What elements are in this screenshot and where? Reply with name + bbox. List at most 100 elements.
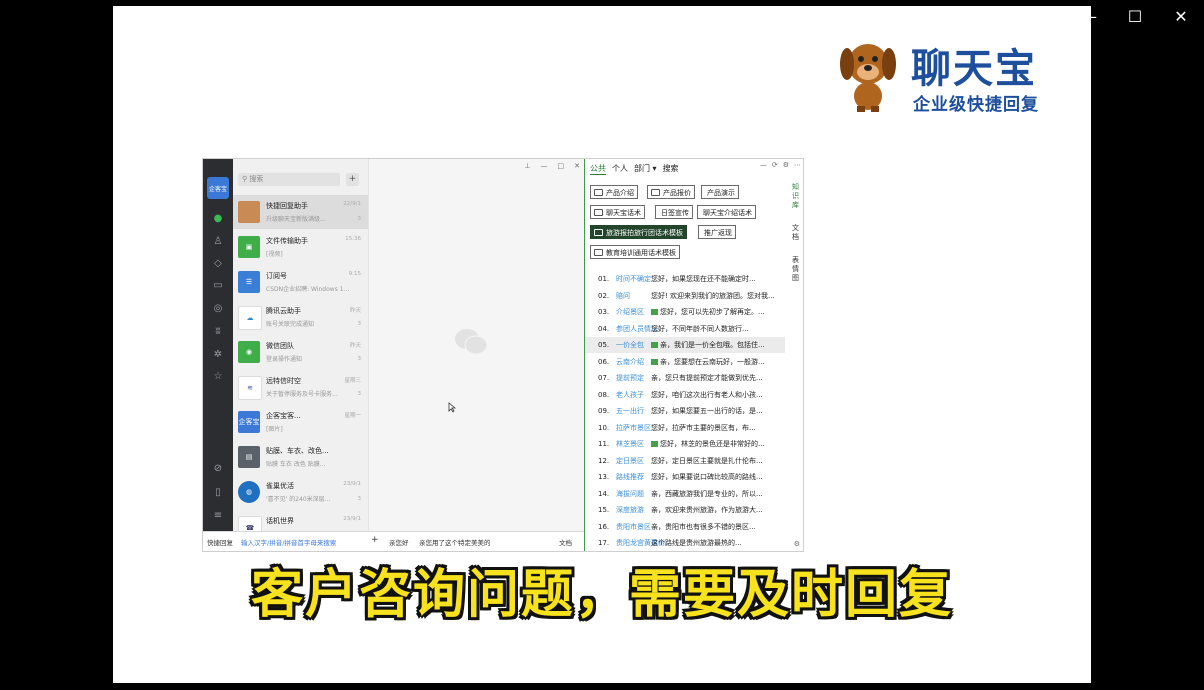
chat-time: 23/9/1 bbox=[343, 481, 361, 487]
reply-text-content: 您好，您可以先初步了解再定。... bbox=[660, 308, 765, 316]
moments-icon[interactable]: ◎ bbox=[212, 302, 224, 314]
quick-reply-search[interactable]: 输入汉字/拼音/拼音首字母来搜索 bbox=[241, 537, 336, 547]
minimize-icon[interactable]: — bbox=[760, 161, 767, 169]
reply-number: 12. bbox=[598, 456, 610, 465]
reply-item[interactable]: 06. 云南介绍 亲，您要想在云南玩好，一般游... bbox=[585, 354, 785, 370]
maximize-icon[interactable]: □ bbox=[558, 162, 565, 170]
reply-text: 亲，贵阳市也有很多不错的景区... bbox=[651, 519, 779, 535]
menu-icon[interactable]: ≡ bbox=[212, 509, 224, 521]
reply-item[interactable]: 13. 路线推荐 您好，如果要说口碑比较高的路线... bbox=[585, 469, 785, 485]
tab-search[interactable]: 搜索 bbox=[663, 163, 679, 175]
chat-time: 星期三 bbox=[344, 378, 361, 384]
reply-text: 您好! 欢迎来到我们的旅游团。您对我... bbox=[651, 288, 779, 304]
reply-item[interactable]: 15. 深度旅游 亲，欢迎来贵州旅游，作为旅游大... bbox=[585, 502, 785, 518]
category-button[interactable]: 聊天宝话术 bbox=[590, 205, 645, 219]
reply-text: 您好，如果要说口碑比较高的路线... bbox=[651, 469, 779, 485]
close-icon[interactable]: ✕ bbox=[574, 162, 580, 170]
folder-icon[interactable]: ▭ bbox=[212, 279, 224, 291]
minimize-icon[interactable]: — bbox=[541, 162, 548, 170]
reply-item[interactable]: 14. 海拔问题 亲，西藏旅游我们是专业的，所以... bbox=[585, 486, 785, 502]
cube-icon[interactable]: ◇ bbox=[212, 257, 224, 269]
reply-text: 您好，定日景区主要就是扎什伦布... bbox=[651, 453, 779, 469]
chat-item[interactable]: ◍ 雀巢优活 '喜不见' 的240米深层... 23/9/1 3 bbox=[233, 475, 368, 509]
tab-department[interactable]: 部门 ▾ bbox=[634, 163, 657, 175]
chat-item[interactable]: ◉ 微信团队 登录操作通知 昨天 3 bbox=[233, 335, 368, 369]
reply-item[interactable]: 01. 时间不确定 您好，如果您现在还不能确定时... bbox=[585, 271, 785, 287]
quick-reply-chip[interactable]: 亲您好 bbox=[389, 537, 409, 547]
tab-public[interactable]: 公共 bbox=[590, 163, 606, 175]
refresh-icon[interactable]: ⟳ bbox=[772, 161, 778, 169]
reply-tag: 五一出行 bbox=[616, 407, 644, 415]
reply-item[interactable]: 17. 贵阳龙宫黄果树 这个路线是贵州旅游最热的... bbox=[585, 535, 785, 551]
reply-number: 01. bbox=[598, 275, 610, 283]
reply-item[interactable]: 09. 五一出行 您好，如果您要五一出行的话，是... bbox=[585, 403, 785, 419]
reply-item[interactable]: 02. 赔问 您好! 欢迎来到我们的旅游团。您对我... bbox=[585, 288, 785, 304]
tab-knowledge-base[interactable]: 知识库 bbox=[791, 183, 800, 210]
reply-text-content: 亲，贵阳市也有很多不错的景区... bbox=[651, 522, 756, 531]
chat-time: 23/9/1 bbox=[343, 516, 361, 522]
tab-stickers[interactable]: 表情图 bbox=[791, 256, 800, 283]
category-button[interactable]: 聊天宝介绍话术 bbox=[697, 205, 756, 219]
contacts-icon[interactable]: ♙ bbox=[212, 235, 224, 247]
more-icon[interactable]: ⋯ bbox=[794, 161, 801, 169]
image-icon bbox=[651, 441, 658, 447]
reply-item[interactable]: 04. 参团人员情况 您好，不同年龄不同人数旅行... bbox=[585, 321, 785, 337]
reply-number: 15. bbox=[598, 506, 610, 514]
reply-tag: 赔问 bbox=[616, 291, 630, 300]
add-button[interactable]: + bbox=[346, 173, 359, 186]
add-reply-button[interactable]: + bbox=[371, 535, 379, 545]
brand-title: 聊天宝 bbox=[911, 46, 1037, 92]
chat-item[interactable]: 快捷回复助手 升级聊天宝新版满级... 22/9/1 3 bbox=[233, 195, 368, 229]
phone-icon[interactable]: ▯ bbox=[212, 486, 224, 498]
mini-program-icon[interactable]: ⊘ bbox=[212, 462, 224, 474]
category-button[interactable]: 日签宣传 bbox=[655, 205, 693, 219]
category-label: 产品演示 bbox=[707, 189, 735, 197]
category-button[interactable]: 产品演示 bbox=[701, 185, 739, 199]
chat-item[interactable]: ▤ 贴膜、车衣、改色... 贴膜 车衣 改色 贴膜... bbox=[233, 440, 368, 474]
tab-personal[interactable]: 个人 bbox=[612, 163, 628, 175]
reply-item[interactable]: 10. 拉萨市景区 您好，拉萨市主要的景区有，布... bbox=[585, 420, 785, 436]
doc-button[interactable]: 文档 bbox=[559, 537, 572, 547]
folder-icon bbox=[594, 209, 603, 216]
close-button[interactable]: ✕ bbox=[1158, 0, 1204, 32]
star-icon[interactable]: ☆ bbox=[212, 370, 224, 382]
quick-reply-chip[interactable]: 亲您用了这个特定美美的 bbox=[419, 537, 491, 547]
settings-icon[interactable]: ✲ bbox=[212, 348, 224, 360]
quick-reply-panel: 公共 个人 部门 ▾ 搜索 — ⟳ ⚙ ⋯ 产品介绍 产品报价 产品演示 聊天宝… bbox=[584, 159, 803, 551]
reply-text-content: 亲，欢迎来贵州旅游，作为旅游大... bbox=[651, 506, 763, 514]
chat-preview: 升级聊天宝新版满级... bbox=[266, 216, 326, 223]
butterfly-icon[interactable]: ʬ bbox=[212, 325, 224, 337]
tab-documents[interactable]: 文档 bbox=[791, 224, 800, 242]
avatar: ☰ bbox=[238, 271, 260, 293]
chat-item[interactable]: ☎ 话机世界 23/9/1 bbox=[233, 510, 368, 531]
search-input[interactable]: ⚲ 搜索 bbox=[238, 173, 340, 186]
chat-item[interactable]: ≋ 远特信时空 关于暂停服务及号卡服务... 星期三 3 bbox=[233, 370, 368, 404]
chat-icon[interactable]: ● bbox=[212, 212, 224, 224]
mouse-cursor-icon bbox=[448, 402, 456, 413]
category-button[interactable]: 教育培训通用话术模板 bbox=[590, 245, 680, 259]
chat-name: 雀巢优活 bbox=[266, 482, 294, 490]
reply-item[interactable]: 16. 贵阳市景区 亲，贵阳市也有很多不错的景区... bbox=[585, 519, 785, 535]
reply-number: 08. bbox=[598, 390, 610, 399]
reply-item[interactable]: 11. 林芝景区 您好，林芝的景色还是非常好的... bbox=[585, 436, 785, 452]
gear-icon[interactable]: ⚙ bbox=[794, 540, 800, 548]
reply-number: 07. bbox=[598, 374, 610, 382]
reply-item[interactable]: 05. 一价全包 亲，我们是一价全包哦。包括住... bbox=[585, 337, 785, 353]
category-button-selected[interactable]: 旅游报拍旅行团话术模板 bbox=[590, 225, 687, 239]
maximize-button[interactable]: ☐ bbox=[1112, 0, 1158, 32]
reply-item[interactable]: 07. 提前预定 亲，您只有提前预定才能做到优先... bbox=[585, 370, 785, 386]
settings-icon[interactable]: ⚙ bbox=[783, 161, 789, 169]
chat-item[interactable]: 企客宝 企客宝客... [图片] 星期一 bbox=[233, 405, 368, 439]
category-button[interactable]: 产品介绍 bbox=[590, 185, 638, 199]
reply-tag: 拉萨市景区 bbox=[616, 423, 651, 432]
chat-item[interactable]: ☰ 订阅号 CSDN企业招聘: Windows 1... 9:15 bbox=[233, 265, 368, 299]
category-button[interactable]: 产品报价 bbox=[647, 185, 695, 199]
category-button[interactable]: 推广返现 bbox=[698, 225, 736, 239]
chat-item[interactable]: ☁ 腾讯云助手 账号关联完成通知 昨天 3 bbox=[233, 300, 368, 334]
pin-icon[interactable]: ⊥ bbox=[524, 162, 530, 170]
wechat-logo-icon bbox=[455, 329, 488, 355]
reply-item[interactable]: 03. 介绍景区 您好，您可以先初步了解再定。... bbox=[585, 304, 785, 320]
reply-item[interactable]: 08. 老人孩子 您好，咱们这次出行有老人和小孩... bbox=[585, 387, 785, 403]
chat-item[interactable]: ▣ 文件传输助手 [视频] 15:36 bbox=[233, 230, 368, 264]
reply-item[interactable]: 12. 定日景区 您好，定日景区主要就是扎什伦布... bbox=[585, 453, 785, 469]
